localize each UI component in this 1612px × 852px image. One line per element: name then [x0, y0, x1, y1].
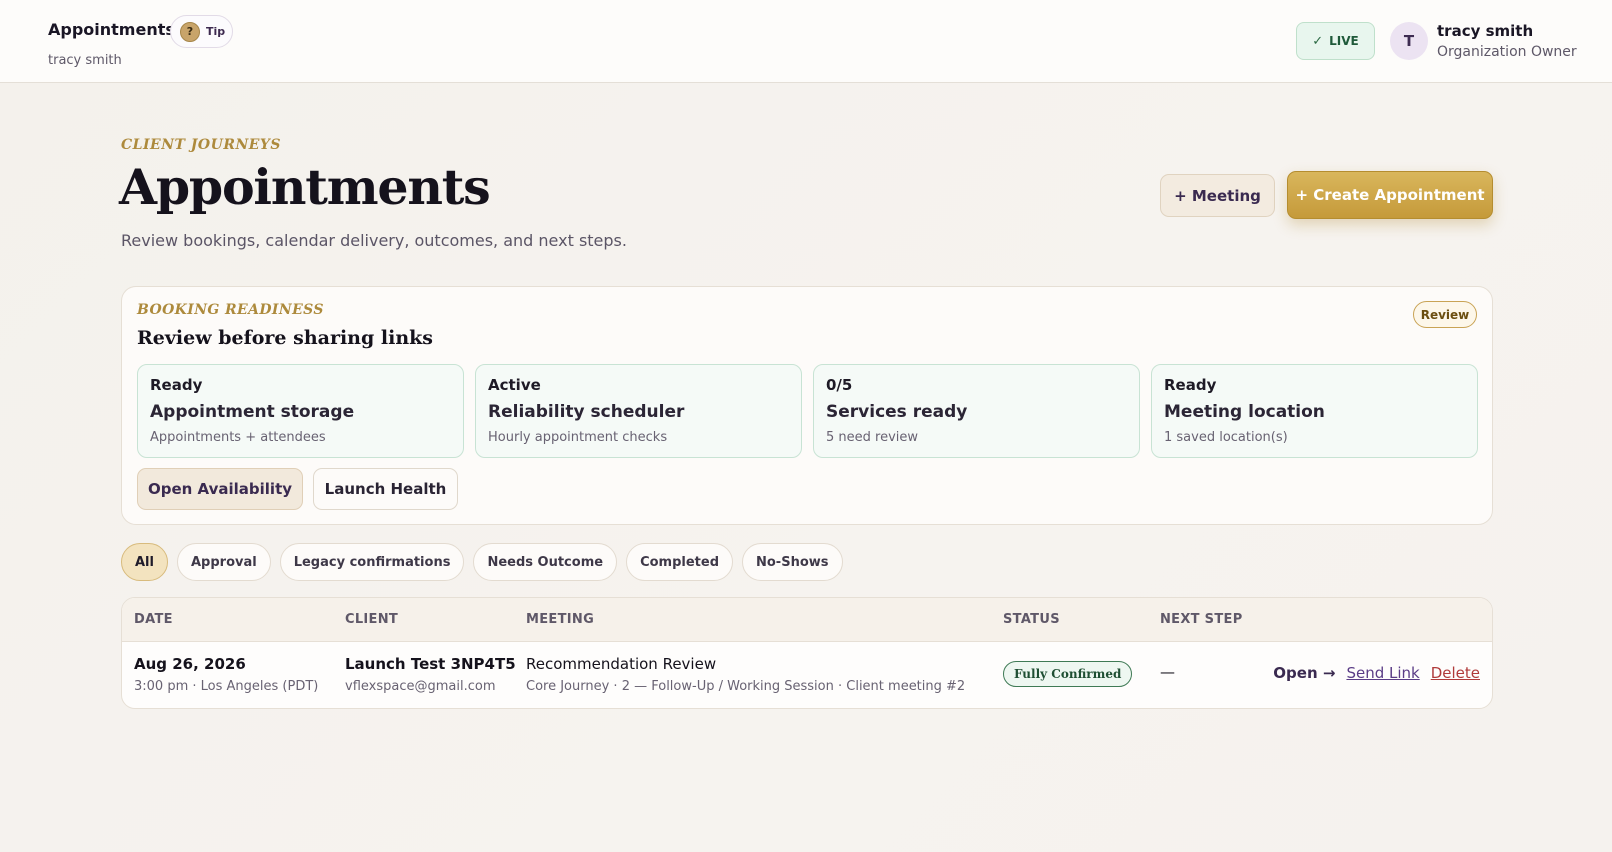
column-header-meeting: MEETING [526, 612, 595, 627]
readiness-eyebrow: BOOKING READINESS [137, 302, 324, 318]
filter-completed[interactable]: Completed [626, 543, 733, 581]
meeting-detail: Core Journey · 2 — Follow-Up / Working S… [526, 679, 966, 694]
delete-link[interactable]: Delete [1431, 664, 1480, 682]
status-badge: Fully Confirmed [1003, 661, 1133, 687]
table-header: DATE CLIENT MEETING STATUS NEXT STEP [122, 598, 1492, 642]
filter-legacy-confirmations[interactable]: Legacy confirmations [279, 543, 465, 581]
tile-state: Ready [1164, 376, 1217, 394]
tile-desc: Appointments + attendees [150, 430, 326, 445]
filter-needs-outcome[interactable]: Needs Outcome [473, 543, 618, 581]
filter-all[interactable]: All [121, 543, 168, 581]
tile-desc: Hourly appointment checks [488, 430, 668, 445]
help-icon: ? [180, 21, 200, 42]
column-header-date: DATE [134, 612, 173, 627]
booking-readiness-card: BOOKING READINESS Review before sharing … [121, 286, 1493, 525]
tile-name: Services ready [826, 402, 968, 422]
live-status-badge[interactable]: ✓ LIVE [1296, 22, 1375, 60]
filter-chips: All Approval Legacy confirmations Needs … [121, 543, 843, 581]
tip-button[interactable]: ? Tip [170, 15, 233, 48]
tile-desc: 5 need review [826, 430, 919, 445]
tile-state: Active [488, 376, 541, 394]
readiness-title: Review before sharing links [137, 327, 434, 349]
org-subtitle: tracy smith [48, 53, 122, 68]
table-row[interactable]: Aug 26, 2026 3:00 pm · Los Angeles (PDT)… [122, 642, 1492, 708]
column-header-client: CLIENT [345, 612, 399, 627]
appointment-date: Aug 26, 2026 [134, 655, 246, 673]
filter-approval[interactable]: Approval [176, 543, 271, 581]
meeting-name: Recommendation Review [526, 655, 717, 673]
live-label: LIVE [1329, 34, 1359, 48]
user-role: Organization Owner [1437, 44, 1577, 60]
readiness-tile-scheduler: Active Reliability scheduler Hourly appo… [475, 364, 802, 458]
tile-name: Reliability scheduler [488, 402, 685, 422]
readiness-tile-location: Ready Meeting location 1 saved location(… [1151, 364, 1478, 458]
create-appointment-button[interactable]: + Create Appointment [1287, 171, 1493, 219]
client-name: Launch Test 3NP4T5 [345, 655, 516, 673]
top-bar: Appointments ? Tip tracy smith ✓ LIVE T … [0, 0, 1612, 83]
tile-state: Ready [150, 376, 203, 394]
readiness-tiles: Ready Appointment storage Appointments +… [137, 364, 1478, 458]
column-header-status: STATUS [1003, 612, 1060, 627]
page-title: Appointments [119, 158, 491, 216]
readiness-tile-services: 0/5 Services ready 5 need review [813, 364, 1140, 458]
appointments-table: DATE CLIENT MEETING STATUS NEXT STEP Aug… [121, 597, 1493, 709]
tile-name: Appointment storage [150, 402, 355, 422]
tile-desc: 1 saved location(s) [1164, 430, 1288, 445]
tip-label: Tip [206, 25, 226, 38]
app-title: Appointments [48, 20, 175, 39]
column-header-next-step: NEXT STEP [1160, 612, 1243, 627]
avatar[interactable]: T [1390, 22, 1428, 60]
tile-state: 0/5 [826, 376, 853, 394]
next-step: — [1160, 663, 1175, 681]
readiness-tile-storage: Ready Appointment storage Appointments +… [137, 364, 464, 458]
add-meeting-button[interactable]: + Meeting [1160, 174, 1275, 217]
open-availability-button[interactable]: Open Availability [137, 468, 303, 510]
filter-no-shows[interactable]: No-Shows [742, 543, 843, 581]
check-icon: ✓ [1312, 33, 1324, 49]
page-subtitle: Review bookings, calendar delivery, outc… [121, 231, 627, 250]
open-link[interactable]: Open → [1273, 664, 1335, 682]
user-name[interactable]: tracy smith [1437, 22, 1533, 40]
appointment-time: 3:00 pm · Los Angeles (PDT) [134, 679, 319, 694]
tile-name: Meeting location [1164, 402, 1325, 422]
readiness-actions: Open Availability Launch Health [137, 468, 458, 510]
launch-health-button[interactable]: Launch Health [313, 468, 458, 510]
row-actions: Open → Send Link Delete [1273, 664, 1480, 682]
section-eyebrow: CLIENT JOURNEYS [121, 137, 282, 153]
client-email: vflexspace@gmail.com [345, 679, 496, 694]
send-link[interactable]: Send Link [1346, 664, 1419, 682]
review-badge: Review [1413, 301, 1477, 328]
